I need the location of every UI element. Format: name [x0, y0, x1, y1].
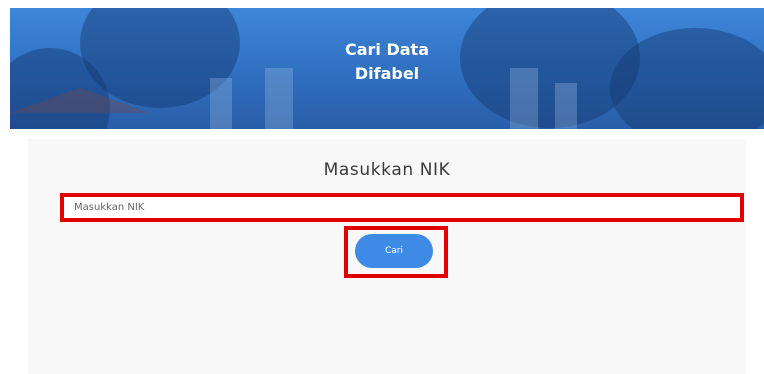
search-button[interactable]: Cari — [355, 234, 433, 268]
background-gate-pillar — [555, 83, 577, 129]
search-heading: Masukkan NIK — [323, 160, 451, 180]
header-banner: Cari Data Difabel — [10, 8, 764, 129]
page-title: Cari Data Difabel — [10, 38, 764, 86]
page-title-line2: Difabel — [354, 64, 420, 83]
background-roof — [10, 88, 150, 113]
page-title-line1: Cari Data — [344, 40, 429, 59]
nik-input[interactable] — [60, 193, 744, 222]
